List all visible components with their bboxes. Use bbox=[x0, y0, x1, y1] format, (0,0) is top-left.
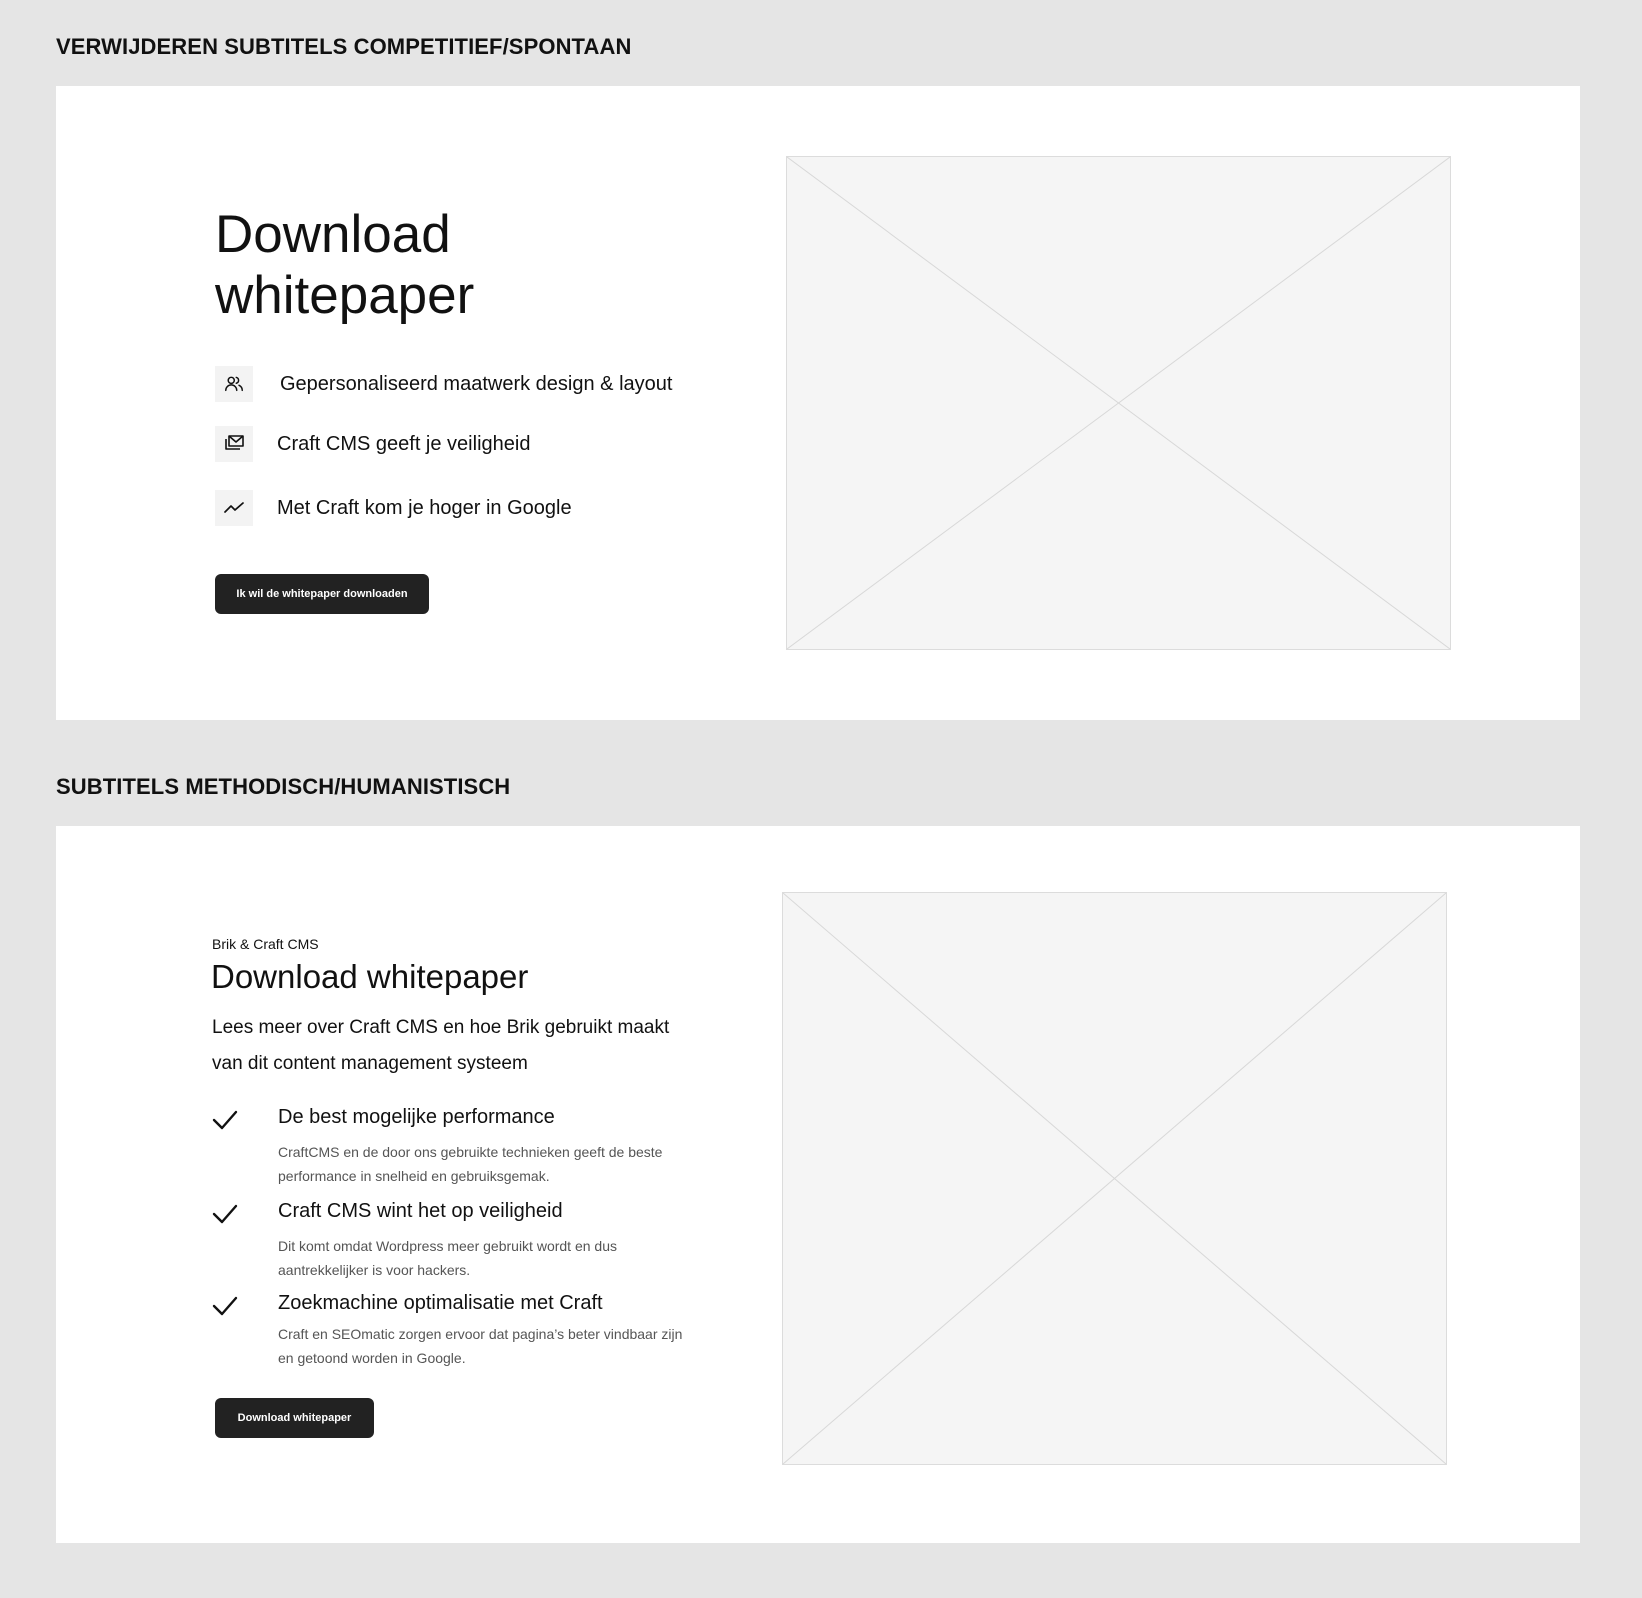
benefit-title: De best mogelijke performance bbox=[278, 1106, 555, 1128]
section-heading-competitief: VERWIJDEREN SUBTITELS COMPETITIEF/SPONTA… bbox=[56, 34, 632, 59]
title-line-2: whitepaper bbox=[215, 266, 475, 325]
title-line-1: Download bbox=[215, 205, 451, 264]
download-whitepaper-button[interactable]: Ik wil de whitepaper downloaden bbox=[215, 574, 429, 614]
trend-line-icon bbox=[215, 490, 253, 526]
page-title: Download whitepaper bbox=[211, 958, 529, 995]
mail-stack-icon bbox=[215, 426, 253, 462]
users-icon bbox=[215, 366, 253, 402]
feature-label: Gepersonaliseerd maatwerk design & layou… bbox=[280, 373, 673, 395]
download-whitepaper-button[interactable]: Download whitepaper bbox=[215, 1398, 374, 1438]
section-heading-methodisch: SUBTITELS METHODISCH/HUMANISTISCH bbox=[56, 774, 511, 799]
checkmark-icon bbox=[212, 1204, 238, 1224]
benefit-description: Dit komt omdat Wordpress meer gebruikt w… bbox=[278, 1238, 617, 1278]
image-placeholder bbox=[782, 892, 1447, 1465]
whitepaper-panel-variant-1: Download whitepaper Gepersonaliseerd maa… bbox=[56, 86, 1580, 720]
feature-label: Met Craft kom je hoger in Google bbox=[277, 497, 572, 519]
benefit-title: Craft CMS wint het op veiligheid bbox=[278, 1200, 563, 1222]
feature-label: Craft CMS geeft je veiligheid bbox=[277, 433, 531, 455]
benefit-description: Craft en SEOmatic zorgen ervoor dat pagi… bbox=[278, 1326, 683, 1366]
benefit-title: Zoekmachine optimalisatie met Craft bbox=[278, 1292, 603, 1314]
checkmark-icon bbox=[212, 1110, 238, 1130]
page-title: Download whitepaper bbox=[215, 204, 474, 326]
whitepaper-panel-variant-2: Brik & Craft CMS Download whitepaper Lee… bbox=[56, 826, 1580, 1543]
eyebrow-subtitle: Brik & Craft CMS bbox=[212, 936, 319, 952]
benefit-description: CraftCMS en de door ons gebruikte techni… bbox=[278, 1144, 663, 1184]
checkmark-icon bbox=[212, 1296, 238, 1316]
image-placeholder bbox=[786, 156, 1451, 650]
intro-text: Lees meer over Craft CMS en hoe Brik geb… bbox=[212, 1017, 670, 1074]
